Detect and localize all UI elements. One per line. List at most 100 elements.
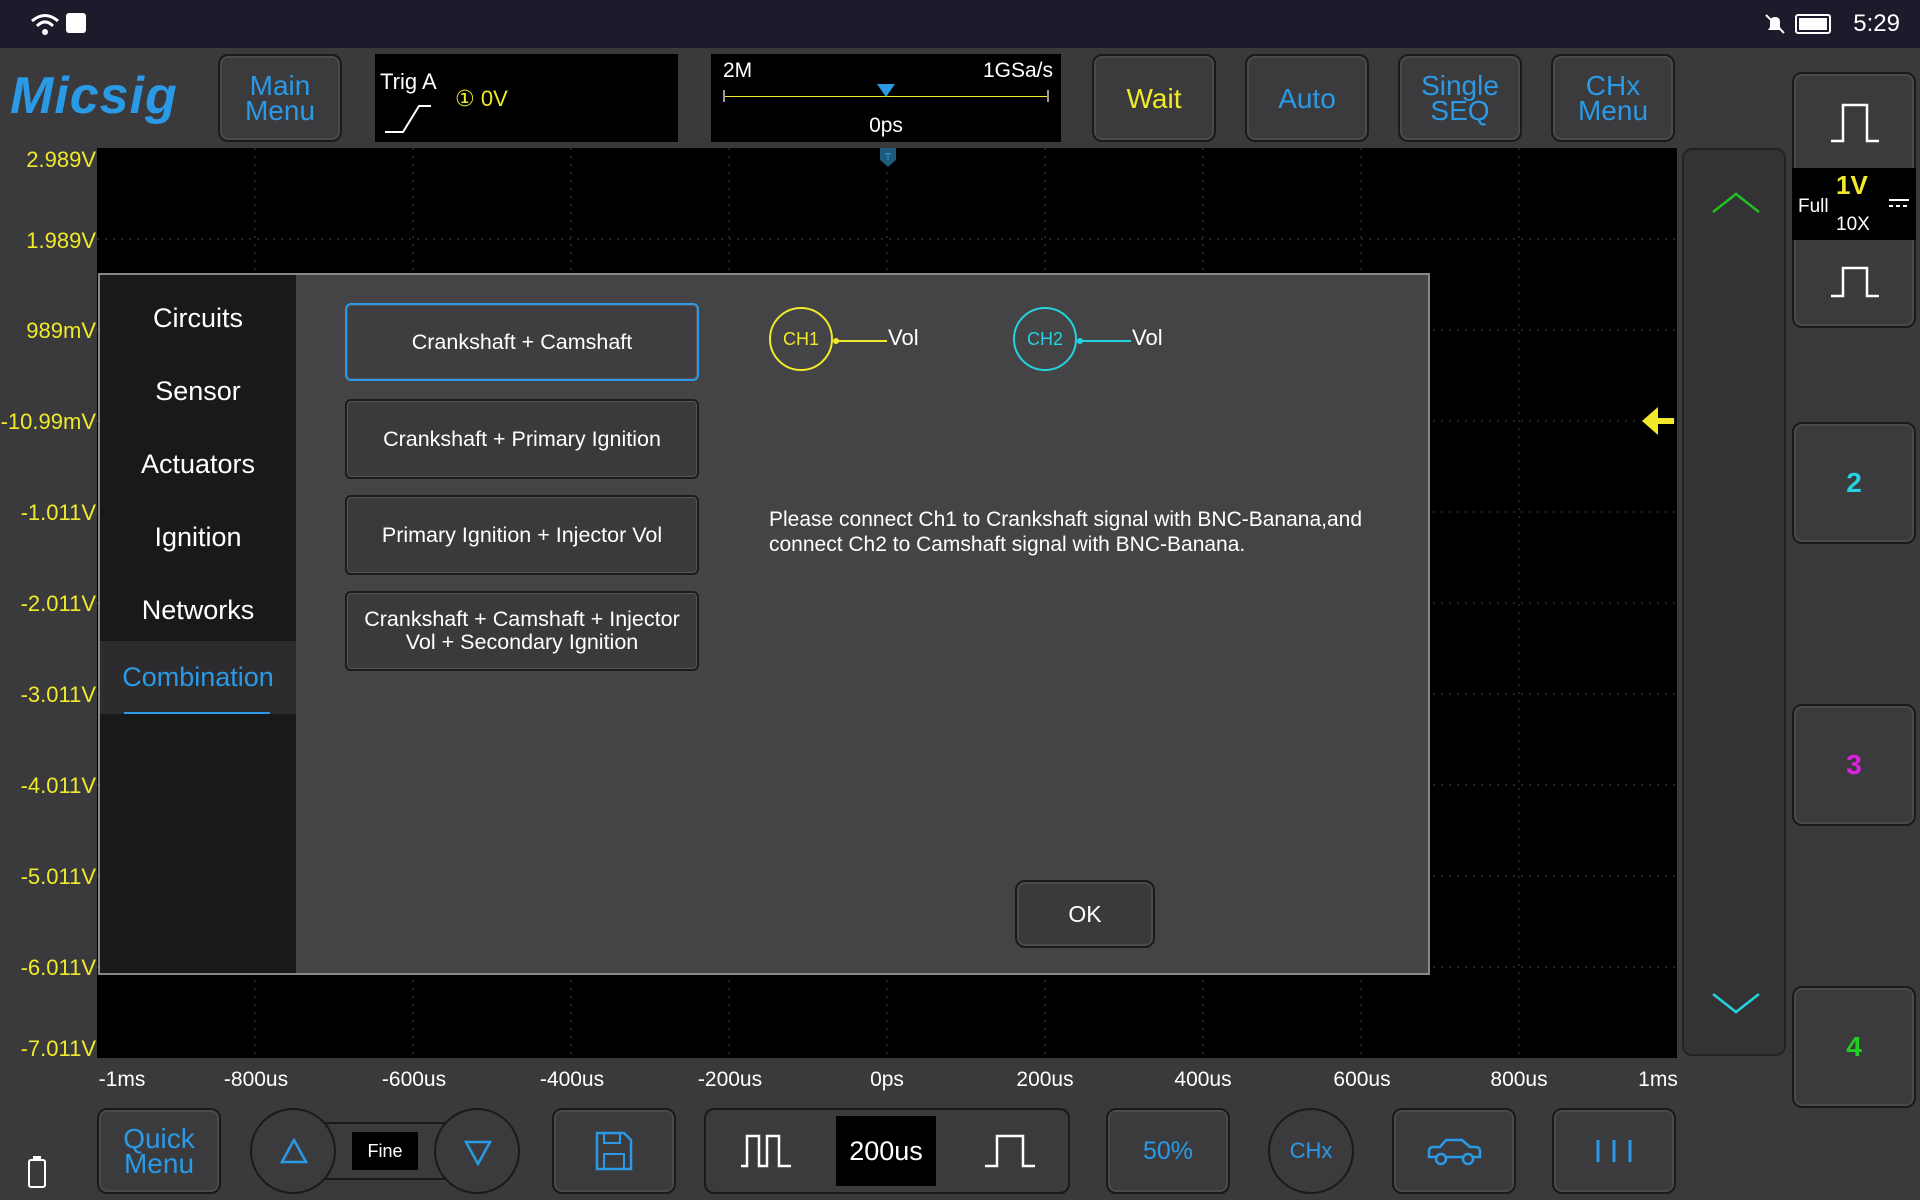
ch2-probe-circle: CH2 <box>1013 307 1077 371</box>
option-crankshaft-primary-ignition[interactable]: Crankshaft + Primary Ignition <box>345 399 699 479</box>
voltage-label: 1.989V <box>26 228 96 253</box>
timebase-value: 200us <box>836 1116 936 1186</box>
voltage-label: -4.011V <box>20 773 96 798</box>
time-label: 200us <box>1016 1068 1074 1091</box>
svg-text:T: T <box>884 152 892 163</box>
voltage-label: -10.99mV <box>0 409 96 434</box>
time-label: -200us <box>697 1068 763 1091</box>
option-primary-ignition-injector-vol[interactable]: Primary Ignition + Injector Vol <box>345 495 699 575</box>
ch1-probe-ratio: 10X <box>1836 214 1870 235</box>
connection-instructions: Please connect Ch1 to Crankshaft signal … <box>769 508 1363 556</box>
timebase-control: 200us <box>704 1108 1070 1194</box>
chx-button[interactable]: CHx <box>1268 1108 1354 1194</box>
timebase-slower-button[interactable] <box>950 1110 1070 1192</box>
ch1-bandwidth: Full <box>1798 196 1829 217</box>
channel-scroll-panel[interactable] <box>1682 148 1786 1056</box>
dc-coupling-icon <box>1889 199 1909 207</box>
status-bar: 5:29 <box>0 0 1920 48</box>
voltage-label: 989mV <box>26 318 96 343</box>
category-sensor[interactable]: Sensor <box>100 355 296 428</box>
category-sidebar: Circuits Sensor Actuators Ignition Netwo… <box>100 275 296 973</box>
main-menu-button[interactable]: Main Menu <box>218 54 342 142</box>
ch1-signal-label: Vol <box>888 325 919 350</box>
rising-edge-icon <box>385 105 431 133</box>
trigger-level: ① 0V <box>455 86 508 111</box>
battery-icon <box>1795 14 1831 34</box>
ch2-button[interactable]: 2 <box>1792 422 1916 544</box>
ch4-button[interactable]: 4 <box>1792 986 1916 1108</box>
voltage-label: -3.011V <box>20 682 96 707</box>
auto-circuit-dialog: Circuits Sensor Actuators Ignition Netwo… <box>98 273 1430 975</box>
dense-pulse-icon <box>741 1134 791 1168</box>
decrement-button[interactable] <box>434 1108 520 1194</box>
wide-pulse-icon <box>985 1134 1035 1168</box>
trigger-source-label: Trig A <box>380 69 437 94</box>
time-label: -600us <box>381 1068 447 1091</box>
wifi-icon <box>31 14 59 35</box>
category-networks[interactable]: Networks <box>100 574 296 647</box>
time-label: 1ms <box>1638 1068 1678 1091</box>
ch1-scale-panel: 1V Full 10X <box>1792 168 1916 240</box>
car-icon <box>1427 1138 1482 1166</box>
scroll-down-icon[interactable] <box>1711 990 1761 1016</box>
ch1-probe-circle: CH1 <box>769 307 833 371</box>
fine-mode-toggle[interactable]: Fine <box>352 1132 418 1170</box>
ch1-button[interactable]: 1V Full 10X <box>1792 72 1916 328</box>
ch3-button[interactable]: 3 <box>1792 704 1916 826</box>
chx-menu-button[interactable]: CHx Menu <box>1551 54 1675 142</box>
voltage-label: -1.011V <box>20 500 96 525</box>
ch1-connector-line <box>837 340 887 342</box>
category-ignition[interactable]: Ignition <box>100 501 296 574</box>
wait-button[interactable]: Wait <box>1092 54 1216 142</box>
quick-menu-button[interactable]: Quick Menu <box>97 1108 221 1194</box>
category-combination[interactable]: Combination <box>100 641 296 714</box>
voltage-label: 2.989V <box>26 147 96 172</box>
increment-button[interactable] <box>250 1108 336 1194</box>
brand-logo: Micsig <box>10 67 178 125</box>
ch2-connector-line <box>1081 340 1131 342</box>
time-label: -800us <box>223 1068 289 1091</box>
triangle-down-icon <box>464 1140 492 1166</box>
option-crankshaft-camshaft-injector-secondary[interactable]: Crankshaft + Camshaft + Injector Vol + S… <box>345 591 699 671</box>
time-label: 0ps <box>870 1068 904 1091</box>
ch1-volts-per-div: 1V <box>1836 170 1868 200</box>
ch1-high-trace-icon <box>1831 103 1879 143</box>
clock: 5:29 <box>1853 10 1900 37</box>
time-label: 800us <box>1490 1068 1548 1091</box>
time-label: 400us <box>1174 1068 1232 1091</box>
time-label: -1ms <box>98 1068 146 1091</box>
category-actuators[interactable]: Actuators <box>100 428 296 501</box>
auto-button[interactable]: Auto <box>1245 54 1369 142</box>
notifications-muted-icon <box>1765 14 1785 34</box>
trigger-panel[interactable]: Trig A ① 0V <box>375 54 678 142</box>
memory-depth: 2M <box>723 59 753 82</box>
time-label: 600us <box>1333 1068 1391 1091</box>
automotive-mode-button[interactable] <box>1392 1108 1516 1194</box>
voltage-label: -5.011V <box>20 864 96 889</box>
scroll-up-icon[interactable] <box>1711 190 1761 216</box>
single-seq-button[interactable]: Single SEQ <box>1398 54 1522 142</box>
triangle-up-icon <box>280 1138 308 1164</box>
trigger-50-percent-button[interactable]: 50% <box>1106 1108 1230 1194</box>
battery-level-icon <box>28 1156 46 1188</box>
voltage-label: -2.011V <box>20 591 96 616</box>
trigger-position: 0ps <box>869 114 903 137</box>
timebase-faster-button[interactable] <box>706 1110 826 1192</box>
time-label: -400us <box>539 1068 605 1091</box>
voltage-label: -6.011V <box>20 955 96 980</box>
category-circuits[interactable]: Circuits <box>100 282 296 355</box>
fine-adjust-control: Fine <box>250 1108 520 1194</box>
save-button[interactable] <box>552 1108 676 1194</box>
timebase-panel[interactable]: 2M 1GSa/s 0ps <box>711 54 1061 142</box>
trigger-position-marker-icon <box>877 84 895 97</box>
trigger-time-marker-icon: T <box>880 148 896 167</box>
save-icon <box>595 1131 633 1171</box>
three-bars-icon <box>1596 1140 1632 1162</box>
option-crankshaft-camshaft[interactable]: Crankshaft + Camshaft <box>345 303 699 381</box>
ok-button[interactable]: OK <box>1015 880 1155 948</box>
sample-rate: 1GSa/s <box>982 59 1053 82</box>
voltage-label: -7.011V <box>20 1036 96 1061</box>
ch2-signal-label: Vol <box>1132 325 1163 350</box>
trigger-level-marker-icon[interactable] <box>1642 406 1674 436</box>
more-options-button[interactable] <box>1552 1108 1676 1194</box>
